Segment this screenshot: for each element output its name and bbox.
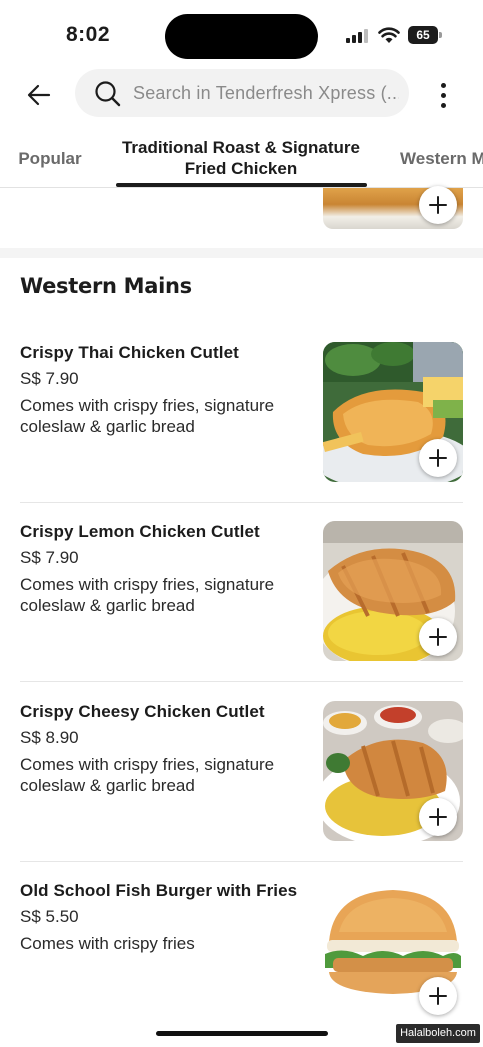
item-name: Old School Fish Burger with Fries [20, 881, 298, 900]
tab-western-mains[interactable]: Western Mains [400, 128, 483, 187]
battery-icon: 65 [408, 26, 442, 44]
more-vertical-icon [440, 82, 446, 88]
dynamic-island [165, 14, 318, 59]
item-description: Comes with crispy fries, signature coles… [20, 396, 275, 436]
arrow-left-icon [27, 84, 51, 106]
plus-icon [429, 987, 447, 1005]
plus-icon [429, 449, 447, 467]
status-time: 8:02 [66, 23, 111, 46]
add-to-cart-button[interactable] [419, 439, 457, 477]
item-name: Crispy Lemon Chicken Cutlet [20, 522, 260, 541]
add-to-cart-button[interactable] [419, 977, 457, 1015]
item-description: Comes with crispy fries, signature coles… [20, 575, 275, 615]
cellular-signal-icon [346, 29, 370, 43]
section-title: Western Mains [20, 274, 192, 298]
item-price: S$ 8.90 [20, 728, 79, 747]
item-price: S$ 5.50 [20, 907, 79, 926]
tab-popular[interactable]: Popular [0, 128, 100, 187]
add-previous-item-button[interactable] [419, 186, 457, 224]
menu-item[interactable]: Crispy Cheesy Chicken Cutlet S$ 8.90 Com… [0, 701, 483, 882]
battery-level: 65 [408, 26, 438, 44]
add-to-cart-button[interactable] [419, 798, 457, 836]
more-options-button[interactable] [430, 76, 456, 114]
back-button[interactable] [22, 78, 56, 112]
search-placeholder: Search in Tenderfresh Xpress (... [133, 83, 399, 103]
watermark: Halalboleh.com [396, 1024, 480, 1043]
active-tab-indicator [116, 183, 367, 187]
home-indicator [156, 1031, 328, 1036]
item-separator [20, 681, 463, 682]
item-price: S$ 7.90 [20, 548, 79, 567]
status-bar: 8:02 65 [0, 0, 483, 66]
item-name: Crispy Thai Chicken Cutlet [20, 343, 239, 362]
search-input[interactable]: Search in Tenderfresh Xpress (... [75, 69, 409, 117]
item-name: Crispy Cheesy Chicken Cutlet [20, 702, 265, 721]
wifi-icon [378, 27, 400, 43]
plus-icon [429, 196, 447, 214]
item-separator [20, 861, 463, 862]
plus-icon [429, 808, 447, 826]
item-price: S$ 7.90 [20, 369, 79, 388]
menu-item[interactable]: Old School Fish Burger with Fries S$ 5.5… [0, 880, 483, 1047]
plus-icon [429, 628, 447, 646]
category-tabs: Popular Traditional Roast & Signature Fr… [0, 128, 483, 188]
tab-traditional-roast[interactable]: Traditional Roast & Signature Fried Chic… [110, 128, 372, 187]
section-divider [0, 248, 483, 258]
item-description: Comes with crispy fries, signature coles… [20, 755, 275, 795]
menu-item[interactable]: Crispy Lemon Chicken Cutlet S$ 7.90 Come… [0, 521, 483, 702]
search-header: Search in Tenderfresh Xpress (... [0, 66, 483, 124]
item-separator [20, 502, 463, 503]
search-icon [95, 81, 121, 107]
add-to-cart-button[interactable] [419, 618, 457, 656]
item-description: Comes with crispy fries [20, 934, 195, 953]
menu-item[interactable]: Crispy Thai Chicken Cutlet S$ 7.90 Comes… [0, 342, 483, 523]
